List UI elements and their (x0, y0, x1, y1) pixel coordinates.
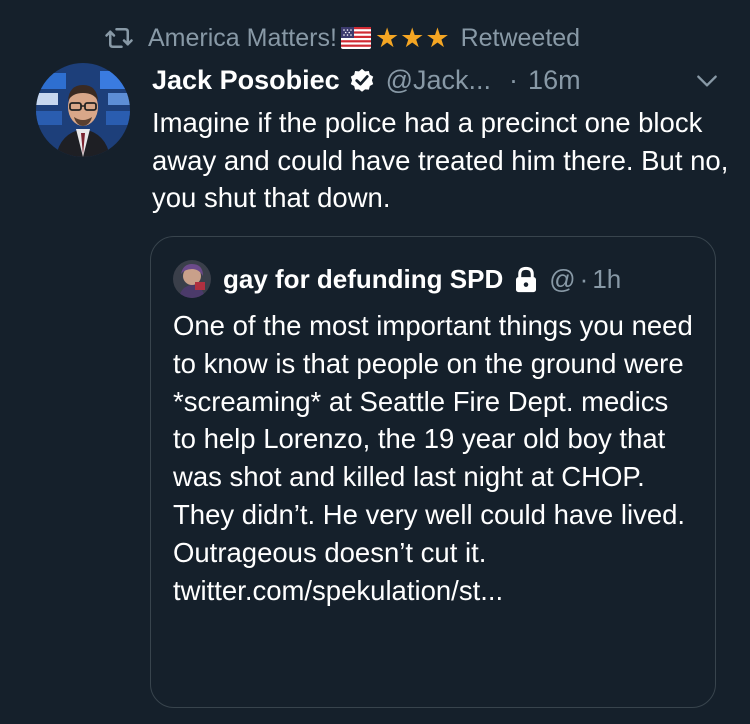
author-display-name[interactable]: Jack Posobiec (152, 65, 340, 96)
quoted-separator-dot: · (579, 263, 589, 294)
quoted-tweet-card[interactable]: gay for defunding SPD @ · 1h One of the … (150, 236, 716, 708)
author-avatar-image (36, 63, 130, 157)
retweet-context[interactable]: America Matters! ★★★ Retweeted (104, 20, 580, 56)
tweet-text: Imagine if the police had a precinct one… (152, 107, 729, 213)
retweeted-label: Retweeted (460, 23, 581, 52)
quoted-author-avatar-image (173, 260, 211, 298)
us-flag-icon (340, 27, 371, 49)
tweet-timestamp[interactable]: 16m (528, 65, 581, 96)
author-handle[interactable]: @Jack... (386, 65, 491, 96)
lock-icon (516, 266, 537, 293)
chevron-down-icon[interactable] (694, 68, 720, 94)
retweet-icon (105, 28, 133, 48)
quoted-tweet-timestamp: 1h (592, 263, 622, 294)
quoted-author-avatar (173, 260, 211, 298)
star-emoji-icons: ★★★ (374, 22, 451, 53)
quoted-tweet-text: One of the most important things you nee… (173, 310, 693, 606)
quoted-author-display-name: gay for defunding SPD (223, 263, 504, 294)
verified-badge-icon (350, 68, 373, 92)
author-avatar[interactable] (36, 63, 130, 157)
quoted-author-handle: @ (549, 263, 576, 294)
separator-dot: · (509, 64, 519, 95)
retweeter-name[interactable]: America Matters! (148, 24, 337, 53)
tweet-header: Jack Posobiec @Jack... · 16m (152, 60, 720, 100)
quoted-tweet-header: gay for defunding SPD @ · 1h (173, 259, 699, 299)
